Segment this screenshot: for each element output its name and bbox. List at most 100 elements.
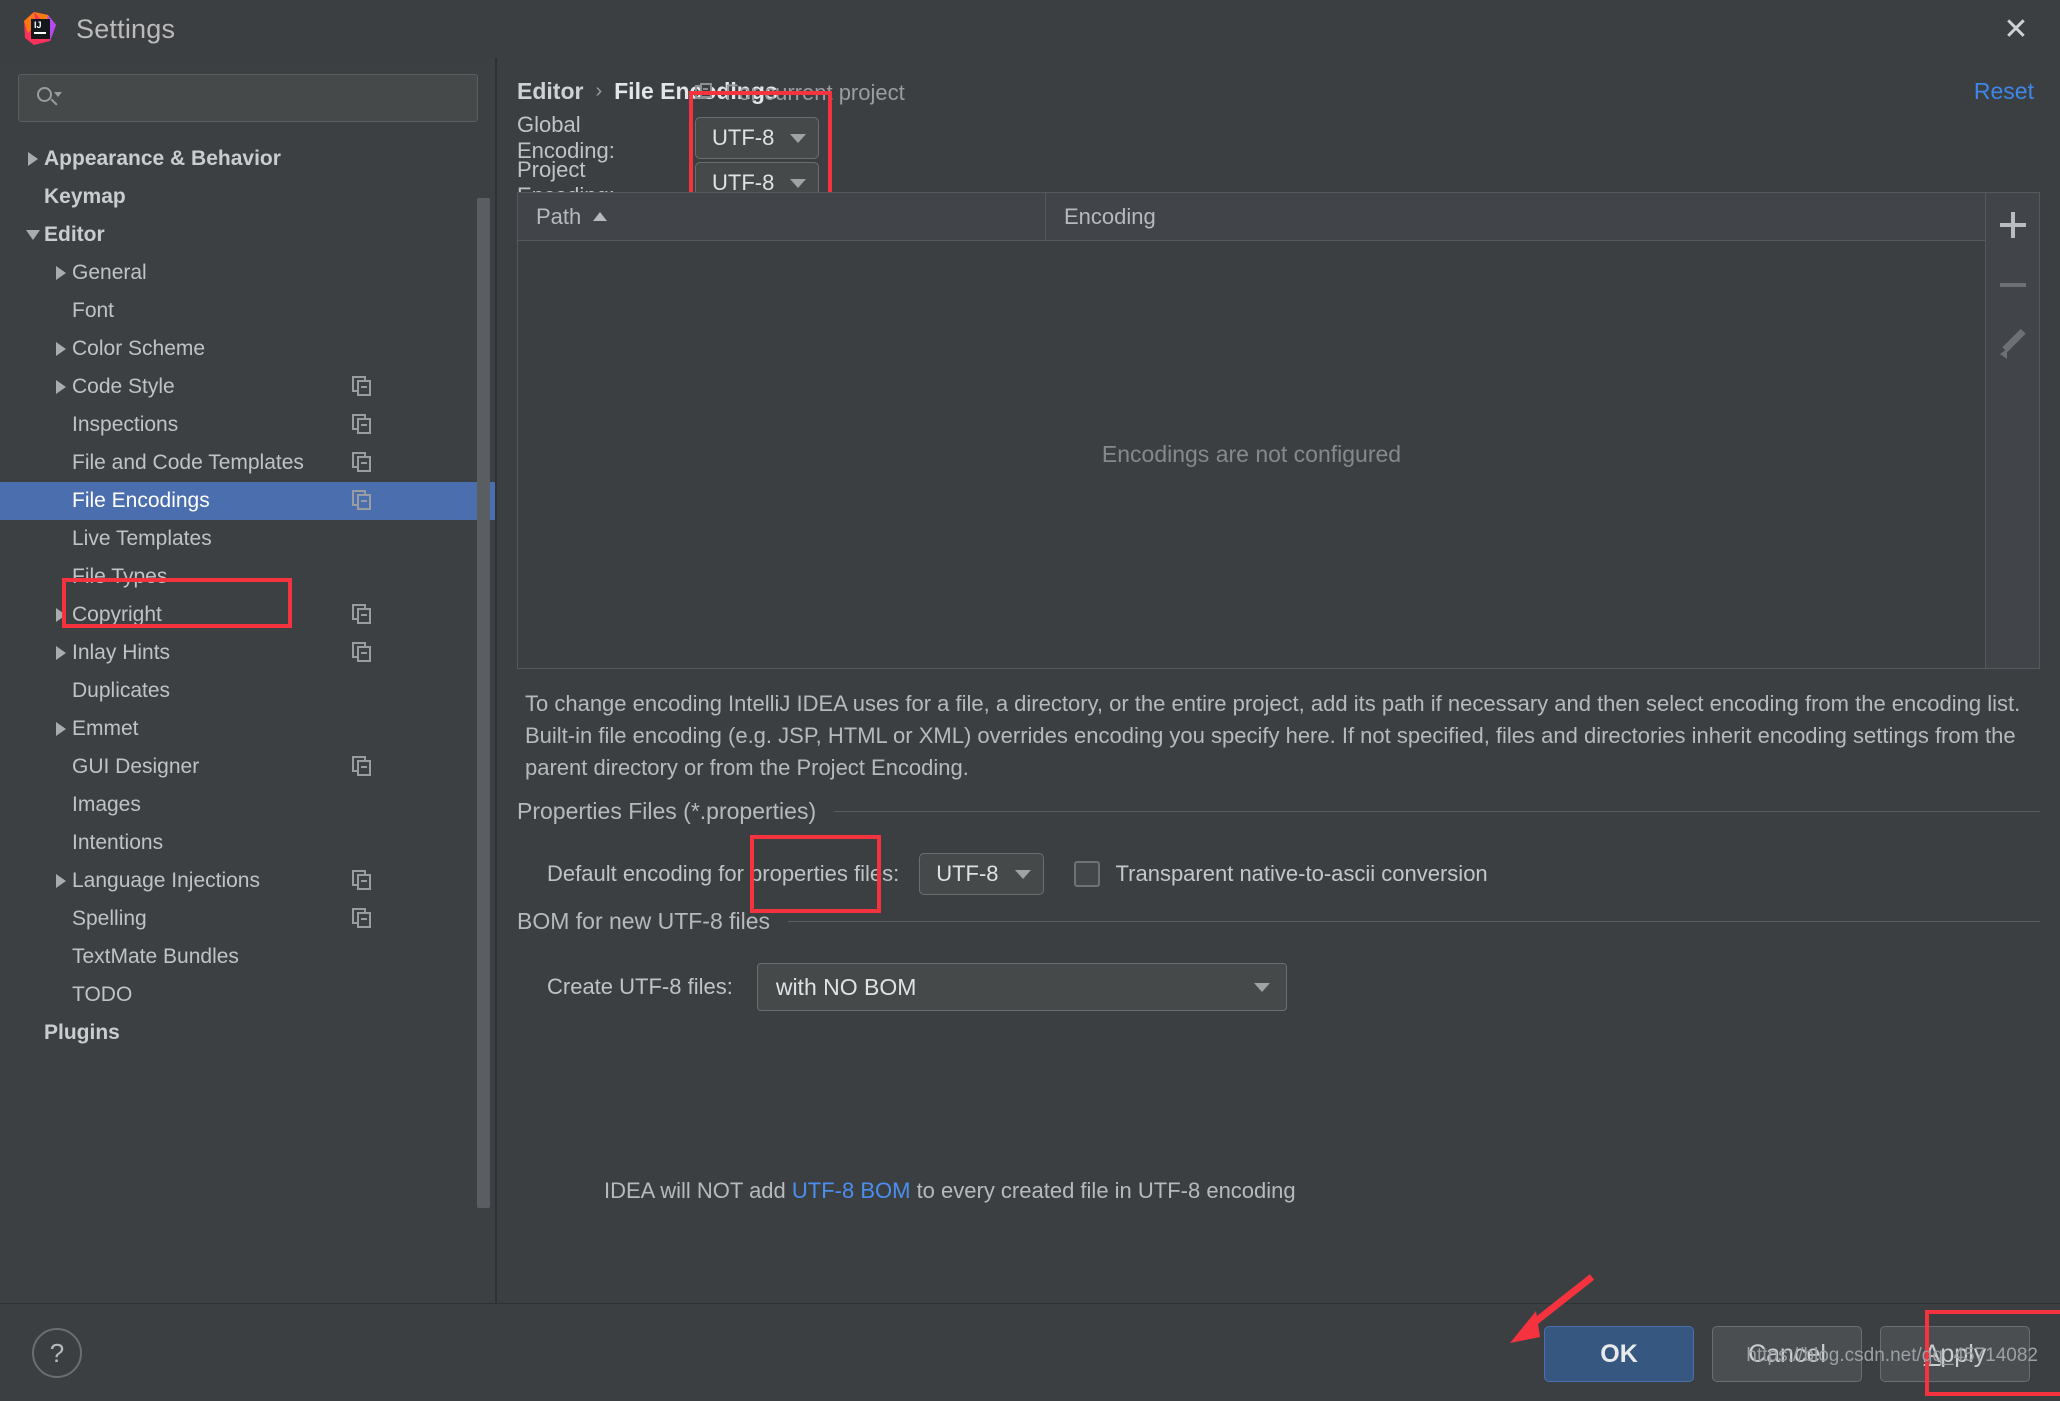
sidebar-item-label: Copyright	[72, 603, 162, 626]
chevron-down-icon	[1014, 869, 1031, 879]
create-utf8-files-value: with NO BOM	[775, 973, 917, 1000]
ok-button[interactable]: OK	[1544, 1326, 1694, 1382]
sidebar-item-editor[interactable]: Editor	[0, 216, 496, 254]
copy-settings-icon[interactable]	[352, 604, 374, 626]
copy-settings-icon[interactable]	[352, 490, 374, 512]
table-toolbar	[1985, 193, 2039, 668]
table-empty-message: Encodings are not configured	[1101, 441, 1402, 467]
sidebar-item-color-scheme[interactable]: Color Scheme	[0, 330, 496, 368]
sidebar-item-label: Images	[72, 793, 141, 816]
bom-hint-after: to every created file in UTF-8 encoding	[910, 1178, 1296, 1203]
search-input[interactable]	[61, 87, 465, 109]
sidebar-item-label: TODO	[72, 983, 133, 1006]
sidebar-item-copyright[interactable]: Copyright	[0, 596, 496, 634]
create-utf8-files-combo[interactable]: with NO BOM	[756, 963, 1287, 1011]
encodings-table: Path Encoding Encodings are not configur…	[517, 192, 2040, 669]
sidebar-item-label: General	[72, 261, 147, 284]
chevron-down-icon	[790, 178, 807, 188]
column-header-path-label: Path	[536, 203, 582, 229]
create-utf8-files-label: Create UTF-8 files:	[547, 974, 733, 999]
sidebar-item-code-style[interactable]: Code Style	[0, 368, 496, 406]
watermark-url: https://blog.csdn.net/qq_45714082	[1746, 1345, 2038, 1366]
sidebar-item-label: Spelling	[72, 907, 147, 930]
sidebar-item-label: Keymap	[44, 185, 126, 208]
sidebar-item-gui-designer[interactable]: GUI Designer	[0, 748, 496, 786]
sidebar-item-duplicates[interactable]: Duplicates	[0, 672, 496, 710]
chevron-down-icon	[1253, 982, 1270, 992]
section-divider	[834, 811, 2040, 812]
transparent-native-to-ascii-label: Transparent native-to-ascii conversion	[1115, 861, 1488, 886]
sidebar-item-plugins[interactable]: Plugins	[0, 1014, 496, 1052]
bom-section-label: BOM for new UTF-8 files	[517, 908, 771, 934]
search-box[interactable]	[18, 74, 478, 122]
chevron-right-icon	[50, 266, 72, 280]
sidebar-scrollbar-thumb[interactable]	[477, 198, 490, 1208]
sidebar-item-label: Appearance & Behavior	[44, 147, 281, 170]
create-utf8-files-row: Create UTF-8 files: with NO BOM	[547, 963, 1287, 1011]
breadcrumb-parent[interactable]: Editor	[517, 78, 583, 105]
sidebar-item-inlay-hints[interactable]: Inlay Hints	[0, 634, 496, 672]
chevron-right-icon	[50, 722, 72, 736]
global-encoding-combo[interactable]: UTF-8	[695, 117, 820, 159]
remove-encoding-button[interactable]	[1991, 263, 2035, 307]
copy-settings-icon[interactable]	[352, 642, 374, 664]
sidebar-item-emmet[interactable]: Emmet	[0, 710, 496, 748]
sidebar-item-appearance-behavior[interactable]: Appearance & Behavior	[0, 140, 496, 178]
sidebar-item-todo[interactable]: TODO	[0, 976, 496, 1014]
sidebar-item-label: Intentions	[72, 831, 164, 854]
default-properties-encoding-row: Default encoding for properties files: U…	[547, 853, 1488, 895]
add-encoding-button[interactable]	[1991, 203, 2035, 247]
sidebar-item-label: File Encodings	[72, 489, 210, 512]
edit-encoding-button[interactable]	[1991, 323, 2035, 367]
sidebar-item-label: GUI Designer	[72, 755, 200, 778]
chevron-right-icon	[22, 152, 44, 166]
properties-files-section-header: Properties Files (*.properties)	[517, 798, 2040, 825]
copy-settings-icon[interactable]	[352, 414, 374, 436]
copy-settings-icon[interactable]	[352, 452, 374, 474]
copy-settings-icon[interactable]	[352, 756, 374, 778]
project-scope-icon	[695, 83, 715, 103]
help-button[interactable]: ?	[32, 1328, 82, 1378]
copy-settings-icon[interactable]	[352, 376, 374, 398]
transparent-native-to-ascii-checkbox[interactable]	[1073, 861, 1100, 887]
chevron-right-icon	[50, 608, 72, 622]
chevron-right-icon	[50, 380, 72, 394]
sidebar-item-general[interactable]: General	[0, 254, 496, 292]
settings-window: IJ Settings ✕ Appearance & Behavior Keyma…	[0, 0, 2060, 1401]
sidebar-item-label: Color Scheme	[72, 337, 206, 360]
intellij-idea-logo-icon: IJ	[22, 11, 58, 47]
default-properties-encoding-label: Default encoding for properties files:	[547, 861, 900, 886]
chevron-right-icon	[50, 874, 72, 888]
column-header-path[interactable]: Path	[518, 193, 1046, 240]
main-content: Editor › File Encodings For current proj…	[497, 58, 2060, 1303]
sidebar-item-label: Duplicates	[72, 679, 171, 702]
chevron-down-icon	[790, 133, 807, 143]
copy-settings-icon[interactable]	[352, 908, 374, 930]
copy-settings-icon[interactable]	[352, 870, 374, 892]
sidebar-item-language-injections[interactable]: Language Injections	[0, 862, 496, 900]
reset-link[interactable]: Reset	[1974, 78, 2034, 105]
sidebar-item-file-types[interactable]: File Types	[0, 558, 496, 596]
sidebar-item-font[interactable]: Font	[0, 292, 496, 330]
chevron-right-icon	[50, 646, 72, 660]
sidebar-item-file-encodings[interactable]: File Encodings	[0, 482, 496, 520]
settings-sidebar: Appearance & Behavior Keymap Editor General…	[0, 58, 496, 1303]
utf8-bom-link[interactable]: UTF-8 BOM	[792, 1178, 911, 1203]
sidebar-item-keymap[interactable]: Keymap	[0, 178, 496, 216]
bom-section-header: BOM for new UTF-8 files	[517, 908, 2040, 935]
scope-indicator: For current project	[695, 80, 905, 106]
sidebar-item-label: Inlay Hints	[72, 641, 171, 664]
column-header-encoding[interactable]: Encoding	[1046, 193, 1985, 240]
sidebar-item-images[interactable]: Images	[0, 786, 496, 824]
sidebar-item-label: Font	[72, 299, 115, 322]
close-icon[interactable]: ✕	[1994, 9, 2038, 51]
sidebar-item-spelling[interactable]: Spelling	[0, 900, 496, 938]
sidebar-item-textmate-bundles[interactable]: TextMate Bundles	[0, 938, 496, 976]
search-icon	[35, 85, 62, 111]
sidebar-item-intentions[interactable]: Intentions	[0, 824, 496, 862]
default-properties-encoding-combo[interactable]: UTF-8	[919, 853, 1044, 895]
chevron-down-icon	[22, 230, 44, 240]
sidebar-item-live-templates[interactable]: Live Templates	[0, 520, 496, 558]
sidebar-item-file-and-code-templates[interactable]: File and Code Templates	[0, 444, 496, 482]
sidebar-item-inspections[interactable]: Inspections	[0, 406, 496, 444]
